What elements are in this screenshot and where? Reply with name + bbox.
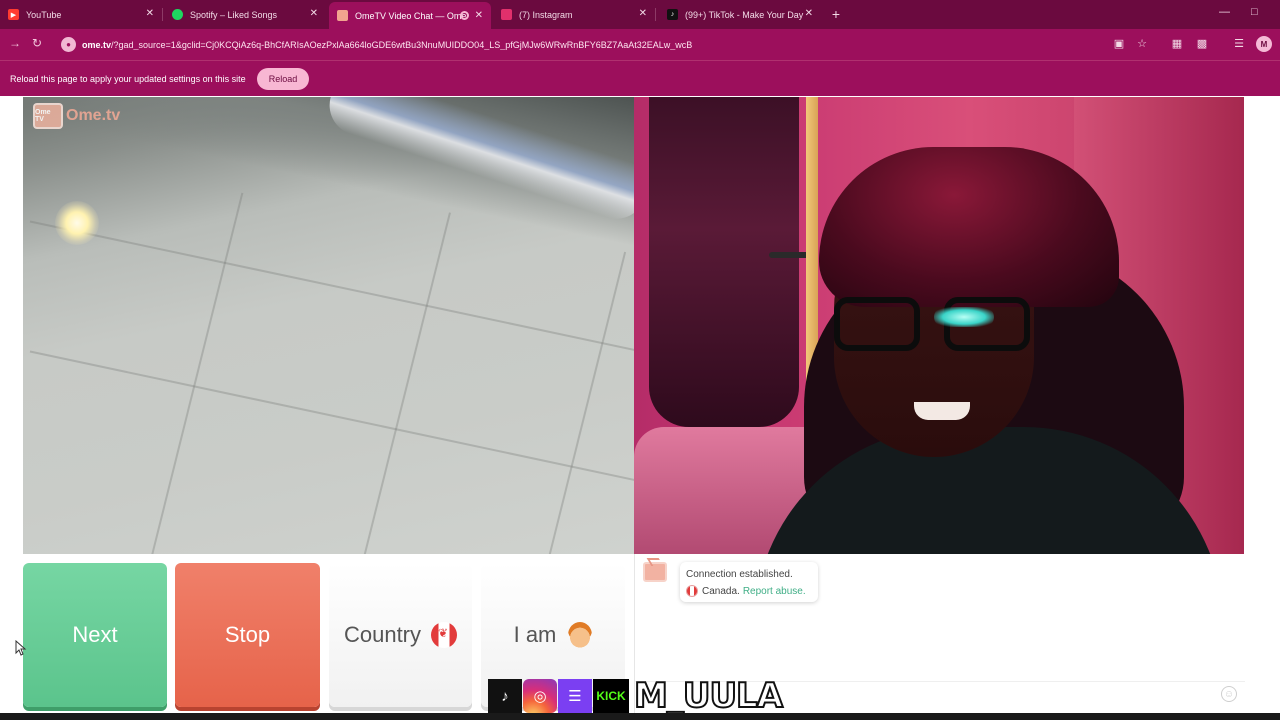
kick-icon: KICK xyxy=(593,679,629,713)
tab-strip: ▶ YouTube ✕ Spotify – Liked Songs ✕ OmeT… xyxy=(0,0,1280,29)
url-host: ome.tv xyxy=(82,39,112,50)
tile-line xyxy=(541,251,627,554)
ometv-page: Ome TV Ome.tv Next Stop Country I am Con… xyxy=(0,96,1280,720)
tile-line xyxy=(29,350,634,486)
boy-avatar-icon xyxy=(568,622,593,648)
tile-line xyxy=(357,212,451,554)
extension-icon[interactable]: ▦ xyxy=(1170,37,1184,50)
close-icon[interactable]: ✕ xyxy=(310,8,318,19)
tile-line xyxy=(29,220,634,356)
watermark-text: Ome.tv xyxy=(66,107,121,124)
maximize-icon[interactable]: □ xyxy=(1251,6,1258,18)
close-icon[interactable]: ✕ xyxy=(639,8,647,19)
tab-separator xyxy=(162,8,163,21)
streamer-overlay: ♪ ◎ ☰ KICK M_UULA xyxy=(488,676,784,716)
hanging-clothes xyxy=(649,97,799,427)
country-line: Canada. Report abuse. xyxy=(686,585,806,597)
twitch-icon: ☰ xyxy=(558,679,592,713)
ceiling-light xyxy=(55,201,99,245)
tab-instagram[interactable]: (7) Instagram ✕ xyxy=(493,0,656,29)
instagram-icon xyxy=(501,9,512,20)
partner-country: Canada. xyxy=(702,585,740,597)
canada-flag-icon xyxy=(431,622,458,648)
ometv-logo-icon: Ome TV xyxy=(33,103,63,129)
tab-title: (7) Instagram xyxy=(519,9,573,20)
glasses xyxy=(834,297,1034,355)
address-bar: → ↻ ● ome.tv/?gad_source=1&gclid=Cj0KCQi… xyxy=(0,29,1280,60)
reload-button[interactable]: Reload xyxy=(257,68,309,90)
country-button[interactable]: Country xyxy=(329,563,472,707)
close-icon[interactable]: ✕ xyxy=(475,10,483,21)
url-path: /?gad_source=1&gclid=Cj0KCQiAz6q-BhCfARI… xyxy=(111,39,693,50)
emoji-icon[interactable]: ☺ xyxy=(1221,686,1237,702)
smile xyxy=(914,402,970,420)
reload-notice-bar: Reload this page to apply your updated s… xyxy=(0,60,1280,96)
tab-youtube[interactable]: ▶ YouTube ✕ xyxy=(0,0,163,29)
tab-tiktok[interactable]: ♪ (99+) TikTok - Make Your Day ✕ xyxy=(659,0,821,29)
tab-title: Spotify – Liked Songs xyxy=(190,9,278,20)
door-handle xyxy=(769,252,809,258)
local-video xyxy=(23,97,634,554)
streamer-handle: M_UULA xyxy=(633,676,784,716)
recording-icon xyxy=(460,11,469,20)
remote-video xyxy=(634,97,1244,554)
tiktok-icon: ♪ xyxy=(667,9,678,20)
new-tab-button[interactable]: + xyxy=(828,6,844,22)
next-button[interactable]: Next xyxy=(23,563,167,707)
gender-label: I am xyxy=(513,622,557,647)
avatar[interactable]: M xyxy=(1256,36,1272,52)
tab-separator xyxy=(655,8,656,21)
canada-flag-icon xyxy=(686,585,698,597)
stop-button[interactable]: Stop xyxy=(175,563,320,707)
tab-title: (99+) TikTok - Make Your Day xyxy=(685,9,804,20)
ometv-watermark: Ome TV Ome.tv xyxy=(33,103,120,129)
close-icon[interactable]: ✕ xyxy=(146,8,154,19)
cast-icon[interactable]: ▣ xyxy=(1112,37,1126,50)
tile-line xyxy=(144,192,244,554)
bookmark-star-icon[interactable]: ☆ xyxy=(1135,37,1149,50)
lens-reflection xyxy=(934,307,994,327)
ometv-chat-logo-icon xyxy=(643,562,667,582)
tab-title: OmeTV Video Chat — Ome xyxy=(355,10,467,21)
close-icon[interactable]: ✕ xyxy=(805,8,813,19)
tab-title: YouTube xyxy=(26,9,62,20)
tab-spotify[interactable]: Spotify – Liked Songs ✕ xyxy=(164,0,326,29)
youtube-icon: ▶ xyxy=(8,9,19,20)
tab-ometv[interactable]: OmeTV Video Chat — Ome ✕ xyxy=(329,2,491,29)
ometv-icon xyxy=(337,10,348,21)
glasses-lens xyxy=(834,297,920,351)
satin-bonnet xyxy=(819,147,1119,307)
media-icon[interactable]: ☰ xyxy=(1232,37,1246,50)
minimize-icon[interactable]: — xyxy=(1219,6,1230,18)
site-info-icon[interactable]: ● xyxy=(61,37,76,52)
spotify-icon xyxy=(172,9,183,20)
url-text: ome.tv/?gad_source=1&gclid=Cj0KCQiAz6q-B… xyxy=(82,40,692,50)
notice-message: Reload this page to apply your updated s… xyxy=(10,74,246,84)
url-field[interactable]: ● ome.tv/?gad_source=1&gclid=Cj0KCQiAz6q… xyxy=(56,33,1106,56)
instagram-icon: ◎ xyxy=(523,679,557,713)
country-label: Country xyxy=(343,622,422,647)
forward-icon[interactable]: → xyxy=(9,36,21,50)
tiktok-icon: ♪ xyxy=(488,679,522,713)
reload-icon[interactable]: ↻ xyxy=(32,36,42,50)
report-abuse-link[interactable]: Report abuse. xyxy=(743,586,806,597)
system-message: Connection established. Canada. Report a… xyxy=(680,562,818,602)
puzzle-icon[interactable]: ▩ xyxy=(1195,37,1209,50)
bottom-edge xyxy=(0,713,1280,720)
connection-status: Connection established. xyxy=(686,569,793,580)
